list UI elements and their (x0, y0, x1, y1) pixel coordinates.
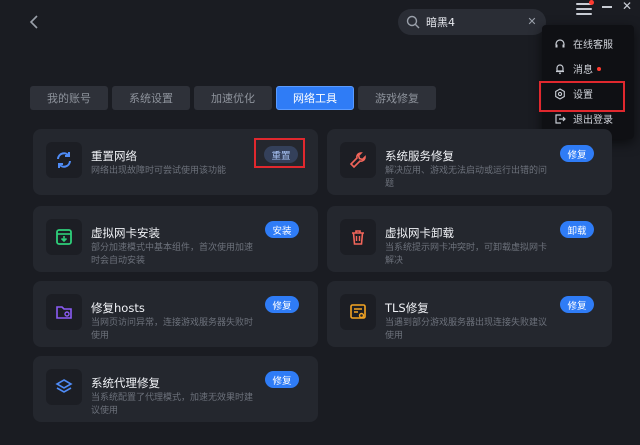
tab-network-tools[interactable]: 网络工具 (276, 86, 354, 110)
notification-dot (589, 0, 594, 5)
icon-container (46, 142, 82, 178)
message-badge (597, 66, 601, 71)
card-description: 当系统配置了代理模式，加速无效果时建议使用 (91, 393, 254, 416)
settings-highlight-box (539, 81, 625, 112)
icon-container (46, 294, 82, 330)
back-button[interactable] (22, 10, 46, 34)
card-title: 重置网络 (91, 149, 137, 163)
clear-search-button[interactable]: ✕ (526, 16, 538, 28)
icon-container (46, 219, 82, 255)
search-bar[interactable]: ✕ (398, 9, 546, 35)
layers-icon (55, 379, 73, 393)
tab-game-repair[interactable]: 游戏修复 (358, 86, 436, 110)
card-virtual-nic-uninstall: 虚拟网卡卸载 当系统提示网卡冲突时，可卸载虚拟网卡解决 卸载 (327, 206, 612, 272)
icon-container (340, 294, 376, 330)
card-description: 解决应用、游戏无法启动或运行出错的问题 (385, 166, 548, 189)
tab-my-account[interactable]: 我的账号 (30, 86, 108, 110)
install-button[interactable]: 安装 (265, 221, 299, 238)
menu-item-messages[interactable]: 消息 (542, 56, 634, 81)
tab-system-settings[interactable]: 系统设置 (112, 86, 190, 110)
icon-container (340, 219, 376, 255)
tab-acceleration[interactable]: 加速优化 (194, 86, 272, 110)
menu-item-label: 消息 (573, 65, 593, 76)
trash-icon (352, 230, 364, 245)
user-dropdown-menu: 在线客服 消息 设置 退出登录 (539, 25, 634, 139)
folder-gear-icon (56, 306, 72, 319)
chevron-left-icon (29, 15, 38, 29)
tab-bar: 我的账号 系统设置 加速优化 网络工具 游戏修复 (30, 86, 440, 110)
download-icon (56, 229, 72, 245)
certificate-icon (350, 304, 366, 319)
reset-highlight-box (254, 138, 305, 168)
logout-icon (555, 113, 566, 124)
card-title: 虚拟网卡安装 (91, 226, 160, 240)
card-title: 虚拟网卡卸载 (385, 226, 454, 240)
repair-button[interactable]: 修复 (560, 296, 594, 313)
minimize-button[interactable] (602, 6, 612, 8)
card-title: 修复hosts (91, 301, 145, 315)
card-repair-hosts: 修复hosts 当网页访问异常，连接游戏服务器失败时使用 修复 (33, 281, 318, 347)
repair-button[interactable]: 修复 (265, 371, 299, 388)
card-description: 当网页访问异常，连接游戏服务器失败时使用 (91, 318, 254, 341)
search-input[interactable] (426, 15, 526, 29)
repair-button[interactable]: 修复 (265, 296, 299, 313)
menu-item-label: 退出登录 (573, 115, 613, 126)
bell-icon (556, 63, 564, 74)
card-title: 系统代理修复 (91, 376, 160, 390)
icon-container (46, 369, 82, 405)
menu-item-label: 在线客服 (573, 40, 613, 51)
close-window-button[interactable]: ✕ (622, 0, 632, 13)
icon-container (340, 142, 376, 178)
repair-button[interactable]: 修复 (560, 145, 594, 162)
menu-item-support[interactable]: 在线客服 (542, 31, 634, 56)
card-description: 当系统提示网卡冲突时，可卸载虚拟网卡解决 (385, 243, 548, 266)
card-title: TLS修复 (385, 301, 429, 315)
refresh-icon (57, 152, 71, 168)
uninstall-button[interactable]: 卸载 (560, 221, 594, 238)
wrench-icon (349, 152, 366, 169)
search-icon (406, 15, 420, 29)
card-virtual-nic-install: 虚拟网卡安装 部分加速模式中基本组件，首次使用加速时会自动安装 安装 (33, 206, 318, 272)
card-description: 当遇到部分游戏服务器出现连接失败建议使用 (385, 318, 548, 341)
card-tls-repair: TLS修复 当遇到部分游戏服务器出现连接失败建议使用 修复 (327, 281, 612, 347)
card-title: 系统服务修复 (385, 149, 454, 163)
card-system-service-repair: 系统服务修复 解决应用、游戏无法启动或运行出错的问题 修复 (327, 129, 612, 195)
card-system-proxy-repair: 系统代理修复 当系统配置了代理模式，加速无效果时建议使用 修复 (33, 356, 318, 422)
card-description: 网络出现故障时可尝试使用该功能 (91, 166, 227, 176)
headset-icon (555, 38, 565, 47)
card-description: 部分加速模式中基本组件，首次使用加速时会自动安装 (91, 243, 254, 266)
